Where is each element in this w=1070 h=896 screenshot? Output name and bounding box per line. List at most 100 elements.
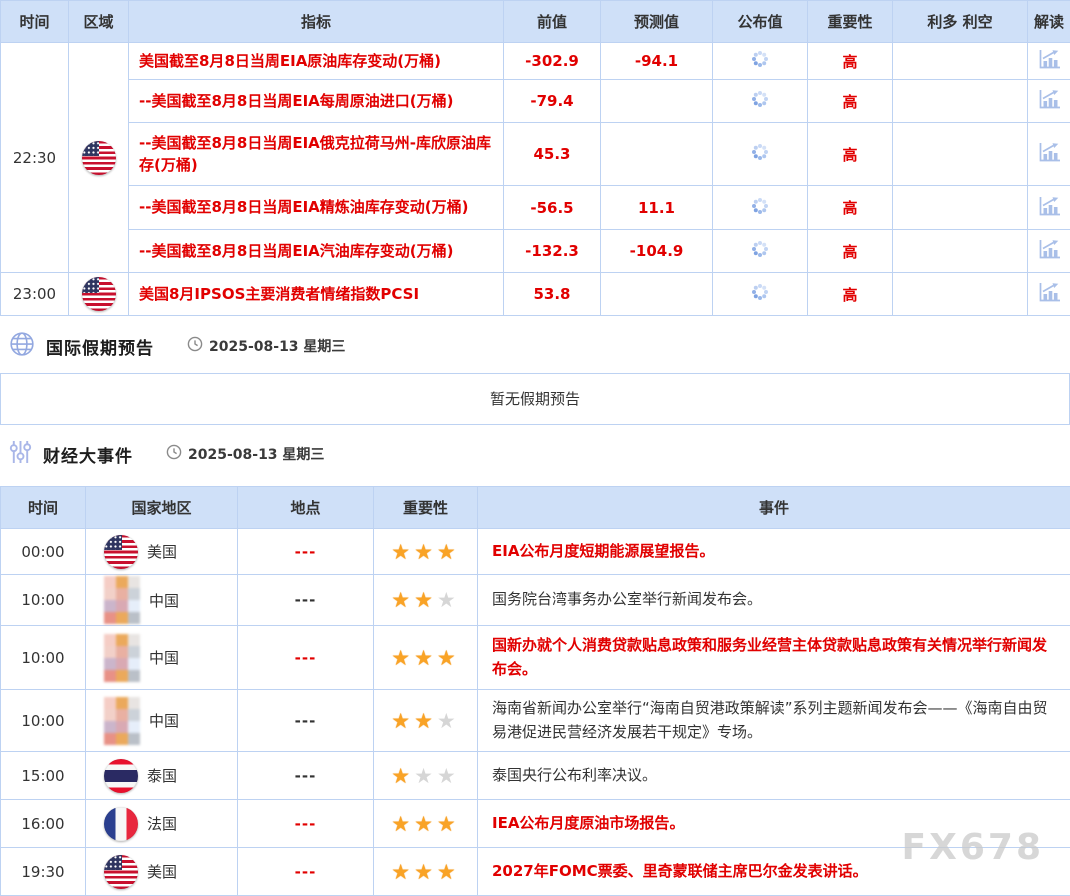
country-cell: 中国 — [86, 690, 238, 752]
event-row: 15:00泰国---★★★泰国央行公布利率决议。 — [1, 752, 1070, 800]
indicator-name[interactable]: --美国截至8月8日当周EIA每周原油进口(万桶) — [129, 80, 504, 123]
country-name: 中国 — [149, 710, 179, 731]
loading-spinner-icon — [758, 204, 762, 208]
bias-cell — [893, 273, 1028, 316]
published-value — [713, 186, 808, 230]
forecast-value: -94.1 — [601, 43, 713, 80]
forecast-value: -104.9 — [601, 230, 713, 273]
location-cell: --- — [238, 690, 374, 752]
event-text[interactable]: 国新办就个人消费贷款贴息政策和服务业经营主体贷款贴息政策有关情况举行新闻发布会。 — [478, 626, 1070, 690]
previous-value: -302.9 — [504, 43, 601, 80]
star-icon: ★ — [414, 540, 437, 564]
event-time: 15:00 — [1, 752, 86, 800]
event-row: 16:00法国---★★★IEA公布月度原油市场报告。 — [1, 800, 1070, 848]
event-row: 10:00中国---★★★国新办就个人消费贷款贴息政策和服务业经营主体贷款贴息政… — [1, 626, 1070, 690]
location-cell: --- — [238, 848, 374, 896]
interpret-chart-icon[interactable] — [1037, 88, 1061, 114]
location-cell: --- — [238, 626, 374, 690]
published-value — [713, 80, 808, 123]
events-col-header-1: 国家地区 — [86, 487, 238, 529]
interpret-chart-icon[interactable] — [1037, 141, 1061, 167]
indicator-row: --美国截至8月8日当周EIA俄克拉荷马州-库欣原油库存(万桶)45.3高 — [1, 123, 1070, 186]
published-value — [713, 43, 808, 80]
holiday-empty-box: 暂无假期预告 — [0, 373, 1070, 425]
indicator-row: --美国截至8月8日当周EIA汽油库存变动(万桶)-132.3-104.9高 — [1, 230, 1070, 273]
event-time: 19:30 — [1, 848, 86, 896]
star-icon: ★ — [437, 860, 460, 884]
indicator-row: 23:00美国8月IPSOS主要消费者情绪指数PCSI53.8高 — [1, 273, 1070, 316]
indicator-name[interactable]: 美国8月IPSOS主要消费者情绪指数PCSI — [129, 273, 504, 316]
star-icon: ★ — [414, 588, 437, 612]
country-cell: 泰国 — [86, 752, 238, 800]
country-cell: 美国 — [86, 529, 238, 575]
star-icon: ★ — [391, 764, 414, 788]
star-icon: ★ — [391, 812, 414, 836]
published-value — [713, 273, 808, 316]
interpret-chart-icon[interactable] — [1037, 281, 1061, 307]
star-icon: ★ — [414, 764, 437, 788]
clock-icon — [166, 444, 182, 464]
star-icon: ★ — [391, 646, 414, 670]
published-value — [713, 123, 808, 186]
events-table-header: 时间国家地区地点重要性事件 — [1, 487, 1070, 529]
previous-value: -56.5 — [504, 186, 601, 230]
interpret-cell — [1028, 186, 1070, 230]
star-icon: ★ — [414, 709, 437, 733]
indicator-table: 时间区域指标前值预测值公布值重要性利多 利空解读 22:30美国截至8月8日当周… — [0, 0, 1070, 316]
event-time: 16:00 — [1, 800, 86, 848]
indicator-name[interactable]: --美国截至8月8日当周EIA精炼油库存变动(万桶) — [129, 186, 504, 230]
loading-spinner-icon — [758, 247, 762, 251]
importance-stars: ★★★ — [374, 800, 478, 848]
event-time: 10:00 — [1, 575, 86, 626]
globe-icon — [9, 331, 35, 361]
us-flag-icon — [104, 855, 138, 889]
star-icon: ★ — [437, 812, 460, 836]
forecast-value: 11.1 — [601, 186, 713, 230]
indicator-col-header-4: 预测值 — [601, 1, 713, 43]
indicator-name[interactable]: --美国截至8月8日当周EIA汽油库存变动(万桶) — [129, 230, 504, 273]
published-value — [713, 230, 808, 273]
location-cell: --- — [238, 529, 374, 575]
bias-cell — [893, 123, 1028, 186]
holiday-date-text: 2025-08-13 星期三 — [209, 336, 345, 356]
holiday-section-title: 国际假期预告 — [46, 334, 154, 359]
events-col-header-4: 事件 — [478, 487, 1070, 529]
bias-cell — [893, 186, 1028, 230]
forecast-value — [601, 123, 713, 186]
indicator-row: --美国截至8月8日当周EIA精炼油库存变动(万桶)-56.511.1高 — [1, 186, 1070, 230]
event-time: 10:00 — [1, 690, 86, 752]
event-text[interactable]: 2027年FOMC票委、里奇蒙联储主席巴尔金发表讲话。 — [478, 848, 1070, 896]
indicator-col-header-7: 利多 利空 — [893, 1, 1028, 43]
event-time: 00:00 — [1, 529, 86, 575]
star-icon: ★ — [414, 860, 437, 884]
interpret-cell — [1028, 123, 1070, 186]
star-icon: ★ — [391, 540, 414, 564]
country-cell: 法国 — [86, 800, 238, 848]
loading-spinner-icon — [758, 57, 762, 61]
time-cell: 23:00 — [1, 273, 69, 316]
interpret-chart-icon[interactable] — [1037, 195, 1061, 221]
loading-spinner-icon — [758, 150, 762, 154]
country-name: 美国 — [147, 541, 177, 562]
us-flag-icon — [82, 141, 116, 175]
events-col-header-0: 时间 — [1, 487, 86, 529]
cn-flag-pixelated-icon — [104, 634, 140, 682]
interpret-chart-icon[interactable] — [1037, 238, 1061, 264]
star-icon: ★ — [437, 764, 460, 788]
indicator-name[interactable]: 美国截至8月8日当周EIA原油库存变动(万桶) — [129, 43, 504, 80]
fr-flag-icon — [104, 807, 138, 841]
previous-value: 45.3 — [504, 123, 601, 186]
interpret-chart-icon[interactable] — [1037, 48, 1061, 74]
event-text[interactable]: EIA公布月度短期能源展望报告。 — [478, 529, 1070, 575]
indicator-name[interactable]: --美国截至8月8日当周EIA俄克拉荷马州-库欣原油库存(万桶) — [129, 123, 504, 186]
event-row: 00:00美国---★★★EIA公布月度短期能源展望报告。 — [1, 529, 1070, 575]
holiday-section-header: 国际假期预告 2025-08-13 星期三 — [0, 329, 1070, 363]
star-icon: ★ — [391, 860, 414, 884]
country-name: 中国 — [149, 647, 179, 668]
event-text[interactable]: IEA公布月度原油市场报告。 — [478, 800, 1070, 848]
star-icon: ★ — [391, 709, 414, 733]
region-cell — [69, 273, 129, 316]
indicator-col-header-8: 解读 — [1028, 1, 1070, 43]
star-icon: ★ — [437, 709, 460, 733]
indicator-col-header-5: 公布值 — [713, 1, 808, 43]
